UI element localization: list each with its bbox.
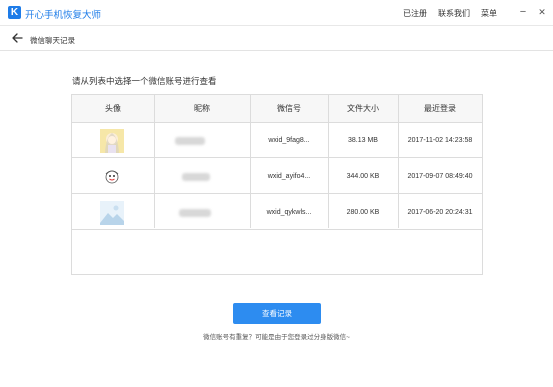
table-row[interactable]: wxid_qykwls... 280.00 KB 2017-06-20 20:2… (72, 195, 482, 230)
breadcrumb: 微信聊天记录 (0, 27, 553, 51)
header-file-size: 文件大小 (347, 104, 379, 113)
anime-girl-avatar-icon (100, 129, 124, 153)
account-table: 头像 昵称 微信号 文件大小 最近登录 wxid_9fag8... 38.13 … (71, 94, 483, 275)
menu-link[interactable]: 菜单 (481, 8, 497, 19)
last-login-cell: 2017-09-07 08:49:40 (407, 173, 473, 180)
column-divider (154, 95, 155, 228)
title-bar: K 开心手机恢复大师 已注册 联系我们 菜单 − ✕ (0, 0, 553, 26)
header-wechat-id: 微信号 (277, 104, 301, 113)
header-avatar: 头像 (105, 104, 121, 113)
header-last-login: 最近登录 (424, 104, 456, 113)
file-size-cell: 280.00 KB (346, 209, 380, 216)
close-icon[interactable]: ✕ (535, 5, 549, 19)
cartoon-character-avatar-icon (100, 165, 124, 189)
nickname-blurred (179, 209, 211, 217)
column-divider (250, 95, 251, 228)
app-title: 开心手机恢复大师 (25, 10, 102, 21)
back-arrow-icon[interactable] (11, 32, 23, 44)
last-login-cell: 2017-06-20 20:24:31 (407, 209, 473, 216)
table-header: 头像 昵称 微信号 文件大小 最近登录 (72, 95, 482, 123)
wechat-id-cell: wxid_ayifo4... (267, 173, 311, 180)
landscape-photo-avatar-icon (100, 201, 124, 225)
breadcrumb-label: 微信聊天记录 (30, 36, 75, 45)
header-nickname: 昵称 (194, 104, 210, 113)
duplicate-account-hint: 微信账号有重复？可能是由于您登录过分身版微信~ (203, 334, 350, 341)
last-login-cell: 2017-11-02 14:23:58 (407, 137, 473, 144)
minimize-icon[interactable]: − (516, 5, 530, 19)
instruction-text: 请从列表中选择一个微信账号进行查看 (72, 76, 217, 86)
table-row[interactable]: wxid_ayifo4... 344.00 KB 2017-09-07 08:4… (72, 159, 482, 194)
registered-link[interactable]: 已注册 (403, 8, 427, 19)
nickname-blurred (175, 137, 205, 145)
contact-us-link[interactable]: 联系我们 (438, 8, 470, 19)
app-logo-icon: K (8, 6, 21, 19)
wechat-id-cell: wxid_9fag8... (268, 137, 310, 144)
nickname-blurred (182, 173, 210, 181)
wechat-id-cell: wxid_qykwls... (266, 209, 312, 216)
column-divider (328, 95, 329, 228)
column-divider (398, 95, 399, 228)
view-records-button[interactable]: 查看记录 (233, 303, 321, 324)
table-row[interactable]: wxid_9fag8... 38.13 MB 2017-11-02 14:23:… (72, 123, 482, 158)
file-size-cell: 344.00 KB (346, 173, 380, 180)
file-size-cell: 38.13 MB (348, 137, 378, 144)
